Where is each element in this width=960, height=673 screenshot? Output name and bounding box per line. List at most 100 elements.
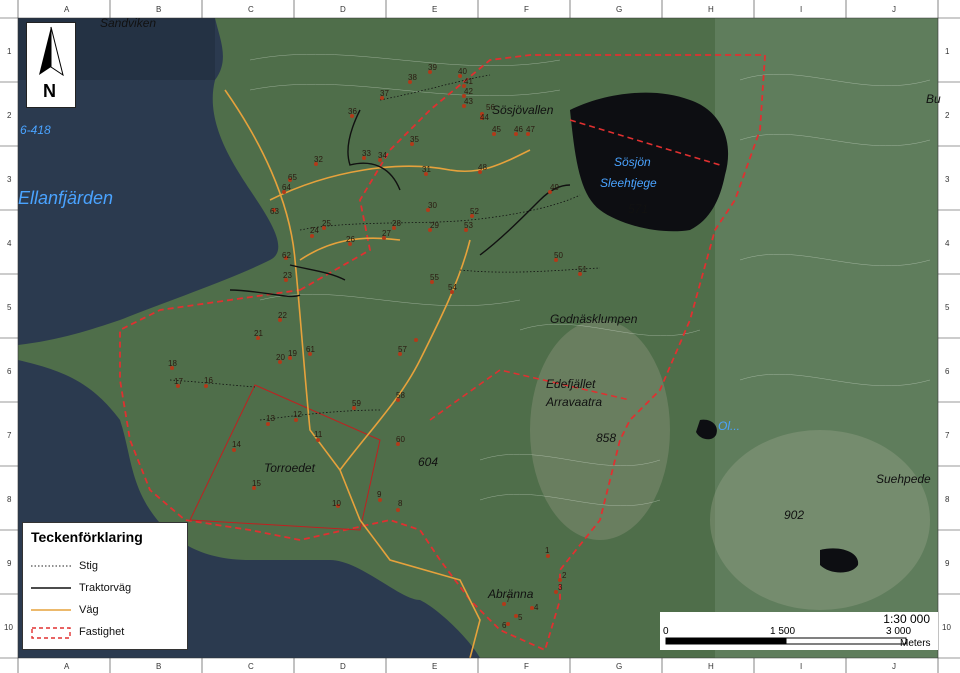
point-number: 5 bbox=[518, 613, 523, 622]
grid-row-label-left: 3 bbox=[7, 175, 12, 184]
grid-col-label-top: G bbox=[616, 5, 622, 14]
point-number: 23 bbox=[283, 271, 292, 280]
elevation-label: 858 bbox=[596, 431, 616, 445]
point-number: 10 bbox=[332, 499, 341, 508]
point-number: 62 bbox=[282, 251, 291, 260]
point-number: 31 bbox=[422, 165, 431, 174]
grid-row-label-right: 4 bbox=[945, 239, 950, 248]
point-number: 37 bbox=[380, 89, 389, 98]
point-number: 33 bbox=[362, 149, 371, 158]
point-number: 22 bbox=[278, 311, 287, 320]
point-number: 52 bbox=[470, 207, 479, 216]
point-number: 47 bbox=[526, 125, 535, 134]
grid-row-label-left: 7 bbox=[7, 431, 12, 440]
grid-col-label-bottom: D bbox=[340, 662, 346, 671]
point-number: 53 bbox=[464, 221, 473, 230]
grid-col-label-top: J bbox=[892, 5, 896, 14]
grid-col-label-top: C bbox=[248, 5, 254, 14]
point-number: 65 bbox=[288, 173, 297, 182]
point-number: 59 bbox=[352, 399, 361, 408]
grid-col-label-bottom: B bbox=[156, 662, 161, 671]
place-label: Torroedet bbox=[264, 461, 316, 475]
grid-row-label-left: 10 bbox=[4, 623, 13, 632]
point-marker-6 bbox=[506, 622, 510, 626]
point-number: 7 bbox=[506, 595, 511, 604]
north-letter: N bbox=[43, 81, 56, 101]
legend-label: Väg bbox=[79, 604, 99, 616]
elevation-label: 571 bbox=[628, 202, 648, 216]
point-number: 39 bbox=[428, 63, 437, 72]
point-number: 21 bbox=[254, 329, 263, 338]
point-number: 3 bbox=[558, 583, 563, 592]
point-number: 19 bbox=[288, 349, 297, 358]
point-number: 40 bbox=[458, 67, 467, 76]
tractor-road-swatch-icon bbox=[31, 583, 71, 593]
point-number: 60 bbox=[396, 435, 405, 444]
point-number: 46 bbox=[514, 125, 523, 134]
legend-label: Fastighet bbox=[79, 626, 125, 638]
grid-row-label-left: 6 bbox=[7, 367, 12, 376]
scale-unit: Meters bbox=[900, 638, 931, 649]
point-number: 61 bbox=[306, 345, 315, 354]
point-number: 17 bbox=[174, 377, 183, 386]
point-number: 54 bbox=[448, 283, 457, 292]
property-swatch-icon bbox=[31, 627, 71, 639]
place-label: Edefjället bbox=[546, 377, 596, 391]
grid-row-label-right: 10 bbox=[942, 623, 951, 632]
place-label: Suehpede bbox=[876, 472, 931, 486]
place-label: Arravaatra bbox=[545, 395, 602, 409]
water-label: Ellanfjärden bbox=[18, 188, 113, 208]
point-number: 4 bbox=[534, 603, 539, 612]
point-number: 11 bbox=[314, 430, 323, 439]
scale-tick: 1 500 bbox=[770, 626, 796, 637]
grid-row-label-left: 9 bbox=[7, 559, 12, 568]
grid-row-label-left: 4 bbox=[7, 239, 12, 248]
point-number: 44 bbox=[480, 113, 489, 122]
water-label: 6-418 bbox=[20, 123, 51, 137]
point-number: 51 bbox=[578, 265, 587, 274]
point-number: 16 bbox=[204, 376, 213, 385]
point-number: 43 bbox=[464, 97, 473, 106]
point-number: 18 bbox=[168, 359, 177, 368]
grid-col-label-bottom: H bbox=[708, 662, 714, 671]
trail-swatch-icon bbox=[31, 561, 71, 571]
point-number: 34 bbox=[378, 151, 387, 160]
grid-row-label-right: 8 bbox=[945, 495, 950, 504]
scale-tick: 0 bbox=[663, 626, 669, 637]
elevation-label: 902 bbox=[784, 508, 804, 522]
legend: Teckenförklaring Stig Traktorväg Väg Fas… bbox=[22, 522, 188, 650]
point-number: 27 bbox=[382, 229, 391, 238]
grid-row-label-right: 7 bbox=[945, 431, 950, 440]
point-number: 63 bbox=[270, 207, 279, 216]
grid-row-label-right: 9 bbox=[945, 559, 950, 568]
point-number: 24 bbox=[310, 226, 319, 235]
grid-col-label-bottom: I bbox=[800, 662, 802, 671]
point-number: 29 bbox=[430, 221, 439, 230]
scale-bar: 1:30 000 0 1 500 3 000 Meters bbox=[660, 612, 938, 650]
grid-row-label-right: 6 bbox=[945, 367, 950, 376]
open-area bbox=[530, 320, 670, 540]
point-number: 9 bbox=[377, 490, 382, 499]
place-label: Godnäsklumpen bbox=[550, 312, 638, 326]
point-number: 58 bbox=[396, 391, 405, 400]
grid-col-label-bottom: G bbox=[616, 662, 622, 671]
point-number: 28 bbox=[392, 219, 401, 228]
legend-item-tractor-road: Traktorväg bbox=[31, 581, 131, 595]
point-number: 6 bbox=[502, 621, 507, 630]
point-number: 20 bbox=[276, 353, 285, 362]
point-number: 49 bbox=[550, 183, 559, 192]
place-label: Sandviken bbox=[100, 16, 156, 30]
road-swatch-icon bbox=[31, 605, 71, 615]
point-number: 32 bbox=[314, 155, 323, 164]
point-number: 41 bbox=[464, 77, 473, 86]
point-number: 15 bbox=[252, 479, 261, 488]
north-arrow: N bbox=[26, 22, 76, 108]
grid-row-label-right: 3 bbox=[945, 175, 950, 184]
legend-label: Stig bbox=[79, 560, 98, 572]
legend-item-trail: Stig bbox=[31, 559, 98, 573]
point-marker-66 bbox=[414, 338, 418, 342]
grid-col-label-top: A bbox=[64, 5, 70, 14]
point-number: 38 bbox=[408, 73, 417, 82]
point-number: 56 bbox=[486, 103, 495, 112]
point-number: 42 bbox=[464, 87, 473, 96]
